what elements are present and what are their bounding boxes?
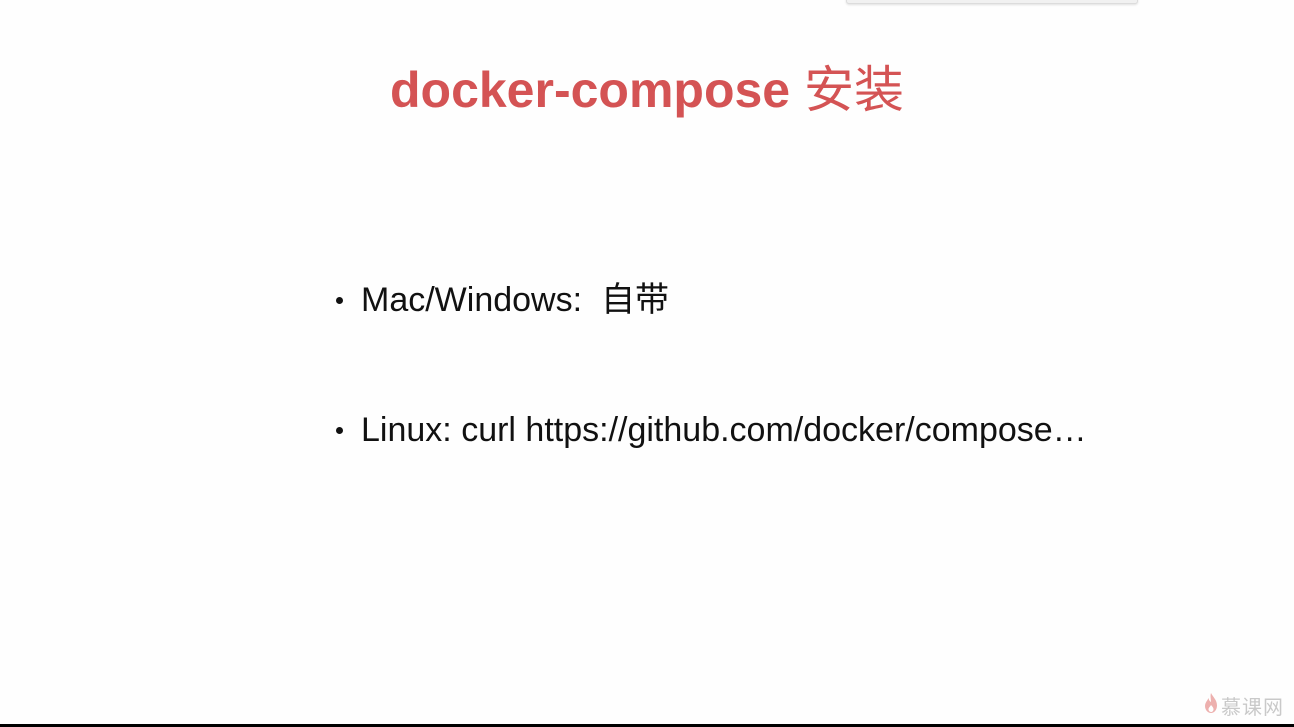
bullet-text: 自带: [600, 281, 669, 319]
bullet-dot-icon: [336, 297, 343, 304]
bullet-item-linux: Linux: curl https://github.com/docker/co…: [333, 408, 1087, 452]
slide-title: docker-compose 安装: [0, 56, 1294, 124]
title-text-en: docker-compose: [389, 62, 791, 118]
watermark-text: 慕课网: [1221, 695, 1284, 719]
bullet-item-mac-windows: Mac/Windows: 自带: [333, 278, 1087, 322]
bullet-label: Mac/Windows:: [361, 281, 583, 319]
bullet-list: Mac/Windows: 自带 Linux: curl https://gith…: [333, 278, 1087, 452]
flame-icon: [1204, 692, 1218, 719]
title-text-zh: 安装: [804, 61, 905, 119]
bullet-label: Linux:: [361, 411, 452, 449]
bullet-dot-icon: [336, 427, 343, 434]
bullet-text: curl https://github.com/docker/compose…: [461, 411, 1087, 449]
slide: docker-compose 安装 Mac/Windows: 自带 Linux:…: [0, 0, 1294, 724]
watermark-logo: 慕课网: [1204, 691, 1284, 720]
window-tab-edge: [846, 0, 1138, 4]
